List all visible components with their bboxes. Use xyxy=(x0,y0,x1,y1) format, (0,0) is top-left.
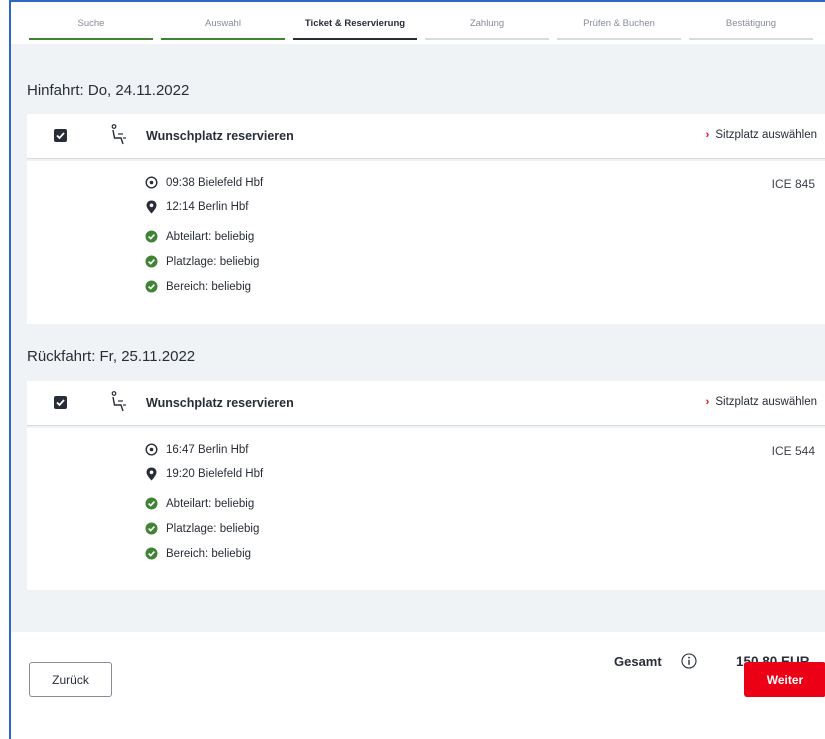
checkbox-checked-icon[interactable] xyxy=(54,396,67,409)
step-zahlung: Zahlung xyxy=(425,14,549,40)
outbound-title: Hinfahrt: Do, 24.11.2022 xyxy=(27,82,190,99)
step-label: Zahlung xyxy=(469,18,505,29)
seat-icon xyxy=(111,124,126,145)
step-pruefen-buchen: Prüfen & Buchen xyxy=(557,14,681,40)
return-reservation-header: Wunschplatz reservieren › Sitzplatz auswä… xyxy=(27,381,825,426)
arrival-text: 19:20 Bielefeld Hbf xyxy=(166,468,264,480)
booking-frame: Suche Auswahl Ticket & Reservierung Zahl… xyxy=(9,0,825,739)
check-circle-icon xyxy=(145,497,158,510)
return-title: Rückfahrt: Fr, 25.11.2022 xyxy=(27,348,196,365)
option-text: Platzlage: beliebig xyxy=(166,256,260,268)
option-text: Bereich: beliebig xyxy=(166,548,252,560)
option-text: Platzlage: beliebig xyxy=(166,523,260,535)
check-circle-icon xyxy=(145,547,158,560)
step-bar xyxy=(557,38,681,40)
arrival-text: 12:14 Berlin Hbf xyxy=(166,201,249,213)
check-circle-icon xyxy=(145,230,158,243)
seat-icon xyxy=(111,391,126,412)
option-text: Abteilart: beliebig xyxy=(166,231,255,243)
step-bar xyxy=(161,38,285,40)
reservation-title: Wunschplatz reservieren xyxy=(146,396,294,410)
option-text: Bereich: beliebig xyxy=(166,281,252,293)
step-auswahl[interactable]: Auswahl xyxy=(161,14,285,40)
progress-stepper: Suche Auswahl Ticket & Reservierung Zahl… xyxy=(29,14,825,44)
chevron-right-icon: › xyxy=(705,396,710,408)
step-label: Suche xyxy=(77,18,105,29)
step-label: Auswahl xyxy=(205,18,241,29)
reservation-title: Wunschplatz reservieren xyxy=(146,129,294,143)
checkbox-checked-icon[interactable] xyxy=(54,129,67,142)
reservation-content: Hinfahrt: Do, 24.11.2022 Wunschplatz res… xyxy=(11,44,825,632)
chevron-right-icon: › xyxy=(705,129,710,141)
step-suche[interactable]: Suche xyxy=(29,14,153,40)
train-number: ICE 845 xyxy=(771,177,815,191)
check-circle-icon xyxy=(145,522,158,535)
step-ticket-reservierung: Ticket & Reservierung xyxy=(293,14,417,40)
check-circle-icon xyxy=(145,255,158,268)
select-seat-link-return[interactable]: › Sitzplatz auswählen xyxy=(706,396,817,408)
select-seat-link-outbound[interactable]: › Sitzplatz auswählen xyxy=(706,129,817,141)
step-bar xyxy=(425,38,549,40)
step-label: Bestätigung xyxy=(725,18,777,29)
option-text: Abteilart: beliebig xyxy=(166,498,255,510)
info-icon[interactable] xyxy=(681,653,697,669)
clock-circle-icon xyxy=(145,443,158,456)
select-seat-label: Sitzplatz auswählen xyxy=(715,396,817,408)
step-label: Ticket & Reservierung xyxy=(304,18,406,29)
location-pin-icon xyxy=(146,200,157,214)
departure-text: 09:38 Bielefeld Hbf xyxy=(166,177,264,189)
return-details: 16:47 Berlin Hbf 19:20 Bielefeld Hbf Abt… xyxy=(27,428,825,590)
step-bestaetigung: Bestätigung xyxy=(689,14,813,40)
clock-circle-icon xyxy=(145,176,158,189)
select-seat-label: Sitzplatz auswählen xyxy=(715,129,817,141)
step-bar xyxy=(689,38,813,40)
total-label: Gesamt xyxy=(614,654,662,669)
check-circle-icon xyxy=(145,280,158,293)
train-number: ICE 544 xyxy=(771,444,815,458)
outbound-reservation-header: Wunschplatz reservieren › Sitzplatz auswä… xyxy=(27,114,825,159)
next-button[interactable]: Weiter xyxy=(744,662,825,697)
step-bar xyxy=(29,38,153,40)
departure-text: 16:47 Berlin Hbf xyxy=(166,444,249,456)
step-bar xyxy=(293,38,417,40)
step-label: Prüfen & Buchen xyxy=(583,18,655,29)
location-pin-icon xyxy=(146,467,157,481)
outbound-details: 09:38 Bielefeld Hbf 12:14 Berlin Hbf Abt… xyxy=(27,161,825,324)
back-button[interactable]: Zurück xyxy=(29,662,112,697)
